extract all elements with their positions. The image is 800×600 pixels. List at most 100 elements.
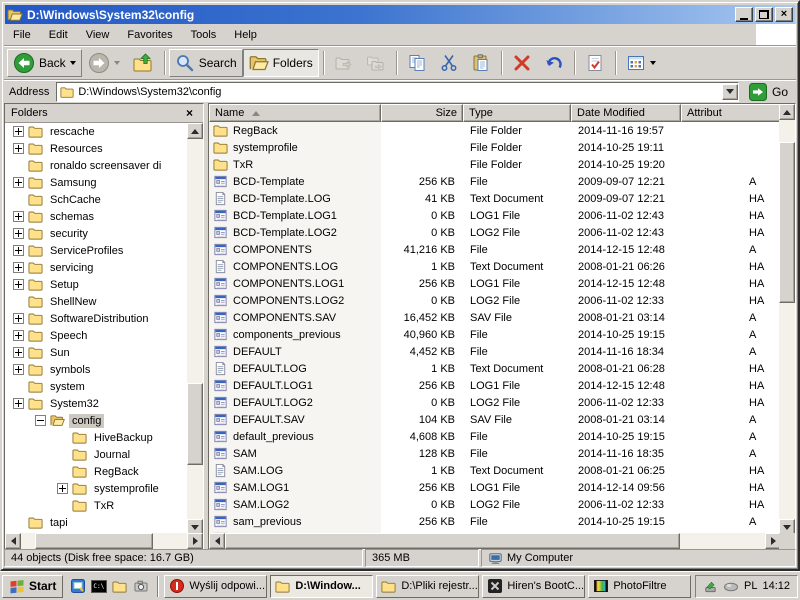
expand-icon[interactable] — [13, 262, 24, 273]
menu-tools[interactable]: Tools — [182, 24, 226, 45]
taskbar-button[interactable]: Hiren's BootC... — [482, 575, 585, 598]
chevron-down-icon[interactable] — [650, 61, 656, 65]
check-document-button[interactable] — [579, 49, 611, 77]
address-dropdown-button[interactable] — [722, 84, 738, 100]
folder-row[interactable]: RegBackFile Folder2014-11-16 19:57 — [209, 122, 781, 139]
column-header-date-modified[interactable]: Date Modified — [571, 104, 681, 122]
file-row[interactable]: DEFAULT.LOG20 KBLOG2 File2006-11-02 12:3… — [209, 394, 781, 411]
language-indicator[interactable]: PL — [744, 580, 757, 592]
expand-icon[interactable] — [13, 330, 24, 341]
tree-item-resources[interactable]: Resources — [5, 140, 188, 157]
file-row[interactable]: DEFAULT.SAV104 KBSAV File2008-01-21 03:1… — [209, 411, 781, 428]
file-row[interactable]: SAM.LOG1 KBText Document2008-01-21 06:25… — [209, 462, 781, 479]
expand-icon[interactable] — [13, 228, 24, 239]
scroll-up-button[interactable] — [779, 104, 795, 120]
cmd-icon[interactable]: C:\ — [90, 578, 107, 595]
file-row[interactable]: COMPONENTS.LOG1256 KBLOG1 File2014-12-15… — [209, 275, 781, 292]
menu-view[interactable]: View — [77, 24, 119, 45]
tree-item-security[interactable]: security — [5, 225, 188, 242]
delete-button[interactable] — [506, 49, 538, 77]
tree-hscroll-thumb[interactable] — [35, 533, 153, 549]
undo-button[interactable] — [538, 49, 570, 77]
start-button[interactable]: Start — [2, 575, 63, 598]
file-row[interactable]: BCD-Template256 KBFile2009-09-07 12:21A — [209, 173, 781, 190]
back-dropdown-icon[interactable] — [70, 61, 76, 65]
search-button[interactable]: Search — [169, 49, 243, 77]
safely-remove-icon[interactable] — [703, 579, 718, 594]
expand-icon[interactable] — [13, 279, 24, 290]
collapse-icon[interactable] — [35, 415, 46, 426]
scroll-right-button[interactable] — [187, 533, 203, 549]
taskbar-button[interactable]: PhotoFiltre — [588, 575, 691, 598]
list-horizontal-scrollbar[interactable] — [209, 533, 781, 549]
clock[interactable]: 14:12 — [762, 580, 790, 592]
address-input[interactable]: D:\Windows\System32\config — [56, 82, 739, 102]
file-row[interactable]: COMPONENTS.LOG1 KBText Document2008-01-2… — [209, 258, 781, 275]
tree-vertical-scrollbar[interactable] — [187, 123, 203, 535]
tree-horizontal-scrollbar[interactable] — [5, 533, 203, 549]
tree-item-system32[interactable]: System32 — [5, 395, 188, 412]
tree-item-speech[interactable]: Speech — [5, 327, 188, 344]
views-button[interactable] — [620, 49, 662, 77]
go-button[interactable]: Go — [744, 83, 793, 101]
scroll-left-button[interactable] — [209, 533, 225, 549]
expand-icon[interactable] — [13, 245, 24, 256]
up-button[interactable] — [126, 49, 160, 77]
expand-icon[interactable] — [13, 211, 24, 222]
paste-button[interactable] — [465, 49, 497, 77]
expand-icon[interactable] — [13, 143, 24, 154]
file-row[interactable]: components_previous40,960 KBFile2014-10-… — [209, 326, 781, 343]
column-header-name[interactable]: Name — [209, 104, 381, 122]
copy-to-button[interactable] — [360, 49, 392, 77]
expand-icon[interactable] — [13, 126, 24, 137]
folder-row[interactable]: TxRFile Folder2014-10-25 19:20 — [209, 156, 781, 173]
file-row[interactable]: SAM.LOG1256 KBLOG1 File2014-12-14 09:56H… — [209, 479, 781, 496]
scroll-up-button[interactable] — [187, 123, 203, 139]
file-row[interactable]: sam_previous256 KBFile2014-10-25 19:15A — [209, 513, 781, 530]
file-row[interactable]: default_previous4,608 KBFile2014-10-25 1… — [209, 428, 781, 445]
device-icon[interactable] — [723, 580, 739, 592]
tree-item-softwaredistribution[interactable]: SoftwareDistribution — [5, 310, 188, 327]
menu-help[interactable]: Help — [225, 24, 266, 45]
move-to-button[interactable] — [328, 49, 360, 77]
expand-icon[interactable] — [13, 347, 24, 358]
tree-item-rescache[interactable]: rescache — [5, 123, 188, 140]
menu-edit[interactable]: Edit — [40, 24, 77, 45]
copy-button[interactable] — [401, 49, 433, 77]
taskbar-button[interactable]: D:\Window... — [270, 575, 373, 598]
menu-file[interactable]: File — [4, 24, 40, 45]
forward-dropdown-icon[interactable] — [114, 61, 120, 65]
file-row[interactable]: BCD-Template.LOG41 KBText Document2009-0… — [209, 190, 781, 207]
list-vertical-scrollbar[interactable] — [779, 104, 795, 535]
back-button[interactable]: Back — [7, 49, 82, 77]
file-row[interactable]: SAM.LOG20 KBLOG2 File2006-11-02 12:33HA — [209, 496, 781, 513]
expand-icon[interactable] — [13, 398, 24, 409]
file-row[interactable]: COMPONENTS.LOG20 KBLOG2 File2006-11-02 1… — [209, 292, 781, 309]
folder-row[interactable]: systemprofileFile Folder2014-10-25 19:11 — [209, 139, 781, 156]
tree-item-ronaldo-screensaver-di[interactable]: ronaldo screensaver di — [5, 157, 188, 174]
close-folders-button[interactable]: × — [182, 106, 197, 120]
folders-button[interactable]: Folders — [243, 49, 319, 77]
tree-item-schemas[interactable]: schemas — [5, 208, 188, 225]
tree-item-sun[interactable]: Sun — [5, 344, 188, 361]
tree-item-txr[interactable]: TxR — [5, 497, 188, 514]
column-header-type[interactable]: Type — [463, 104, 571, 122]
tree-item-servicing[interactable]: servicing — [5, 259, 188, 276]
menu-favorites[interactable]: Favorites — [118, 24, 181, 45]
camera-icon[interactable] — [132, 578, 149, 595]
column-header-attribut[interactable]: Attribut — [681, 104, 781, 122]
tree-item-hivebackup[interactable]: HiveBackup — [5, 429, 188, 446]
file-row[interactable]: SAM128 KBFile2014-11-16 18:35A — [209, 445, 781, 462]
folder-icon[interactable] — [111, 578, 128, 595]
show-desktop-icon[interactable] — [69, 578, 86, 595]
taskbar-button[interactable]: D:\Pliki rejestr... — [376, 575, 479, 598]
file-row[interactable]: DEFAULT4,452 KBFile2014-11-16 18:34A — [209, 343, 781, 360]
expand-icon[interactable] — [13, 364, 24, 375]
tree-item-setup[interactable]: Setup — [5, 276, 188, 293]
expand-icon[interactable] — [13, 313, 24, 324]
scroll-left-button[interactable] — [5, 533, 21, 549]
file-row[interactable]: DEFAULT.LOG1 KBText Document2008-01-21 0… — [209, 360, 781, 377]
tree-item-systemprofile[interactable]: systemprofile — [5, 480, 188, 497]
restore-button[interactable] — [755, 7, 773, 22]
tree-item-regback[interactable]: RegBack — [5, 463, 188, 480]
